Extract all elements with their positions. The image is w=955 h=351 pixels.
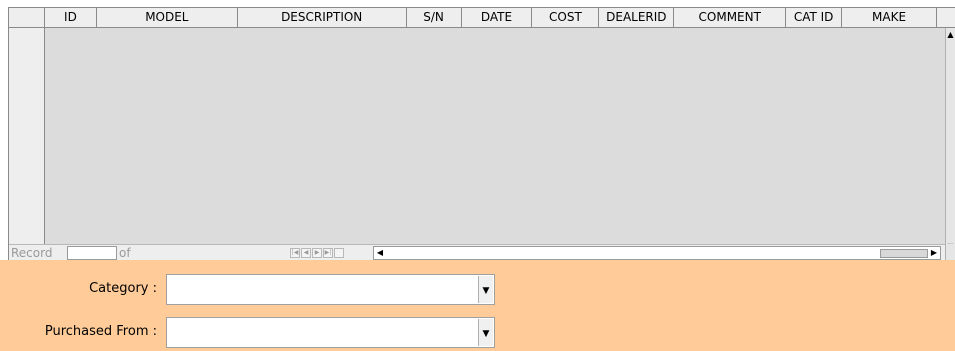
column-header-model[interactable]: MODEL — [97, 8, 238, 27]
first-record-icon[interactable]: |◀ — [290, 248, 300, 258]
column-header-cost[interactable]: COST — [532, 8, 600, 27]
column-header-comment[interactable]: COMMENT — [674, 8, 787, 27]
category-label: Category : — [89, 281, 157, 296]
last-record-icon[interactable]: ▶| — [323, 248, 333, 258]
horizontal-scrollbar[interactable]: ◀ ▶ — [373, 246, 941, 260]
form-panel: Category : ▼ Purchased From : ▼ — [0, 260, 955, 351]
column-header-overflow — [937, 8, 955, 27]
row-handle-column[interactable] — [9, 28, 45, 244]
column-header-sn[interactable]: S/N — [407, 8, 462, 27]
previous-record-icon[interactable]: ◀ — [301, 248, 311, 258]
navigation-buttons: |◀ ◀ ▶ ▶| — [290, 248, 344, 258]
scroll-left-icon[interactable]: ◀ — [375, 247, 385, 259]
row-handle-header — [9, 8, 45, 27]
column-header-date[interactable]: DATE — [462, 8, 533, 27]
data-grid[interactable]: ID MODEL DESCRIPTION S/N DATE COST DEALE… — [8, 7, 955, 260]
grid-data-area[interactable] — [45, 28, 940, 244]
of-label: of — [119, 246, 131, 260]
vertical-scrollbar[interactable]: ▲ ▼ — [945, 28, 955, 254]
purchased-from-combobox[interactable]: ▼ — [166, 317, 495, 348]
column-header-cat-id[interactable]: CAT ID — [786, 8, 843, 27]
column-header-id[interactable]: ID — [45, 8, 97, 27]
column-header-description[interactable]: DESCRIPTION — [238, 8, 407, 27]
column-header-make[interactable]: MAKE — [842, 8, 938, 27]
chevron-down-icon[interactable]: ▼ — [478, 319, 493, 346]
record-label: Record — [11, 246, 53, 260]
chevron-down-icon[interactable]: ▼ — [478, 276, 493, 303]
purchased-from-label: Purchased From : — [44, 324, 157, 339]
category-combobox[interactable]: ▼ — [166, 274, 495, 305]
next-record-icon[interactable]: ▶ — [312, 248, 322, 258]
purchased-from-row: Purchased From : ▼ — [0, 316, 955, 348]
record-number-field[interactable] — [67, 246, 117, 260]
record-navigator: Record of |◀ ◀ ▶ ▶| ◀ ▶ — [9, 244, 945, 260]
category-row: Category : ▼ — [0, 273, 955, 305]
scrollbar-corner — [945, 244, 955, 260]
scroll-right-icon[interactable]: ▶ — [929, 247, 939, 259]
new-record-icon[interactable] — [334, 248, 344, 258]
grid-header-row: ID MODEL DESCRIPTION S/N DATE COST DEALE… — [9, 8, 955, 28]
scroll-up-icon[interactable]: ▲ — [946, 30, 955, 40]
horizontal-scroll-thumb[interactable] — [880, 249, 928, 258]
column-header-dealerid[interactable]: DEALERID — [599, 8, 675, 27]
